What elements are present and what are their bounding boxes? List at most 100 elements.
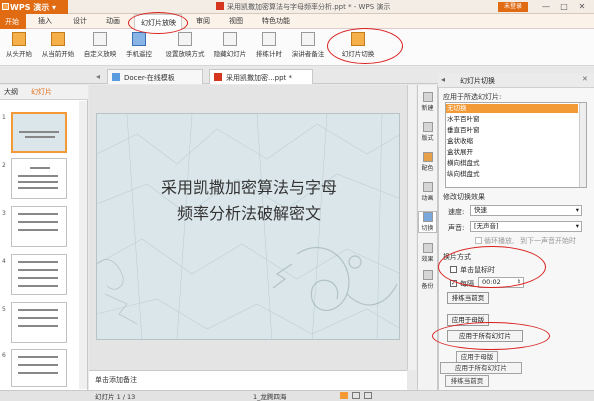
wps-logo-icon (2, 3, 9, 10)
maximize-button[interactable]: □ (558, 1, 570, 13)
sidebar-transition[interactable]: 切换 (418, 211, 437, 233)
menu-features[interactable]: 特色功能 (262, 16, 290, 26)
menu-animation[interactable]: 动画 (106, 16, 120, 26)
hide-slide-icon (223, 32, 237, 46)
phone-remote-button[interactable]: 手机遥控 (121, 30, 157, 64)
ppt-tab-icon (214, 73, 222, 81)
transition-item[interactable]: 横向棋盘式 (446, 159, 578, 168)
custom-show-button[interactable]: 自定义放映 (80, 30, 120, 64)
slide-thumbnail-6[interactable] (11, 349, 67, 387)
from-current-button[interactable]: 从当前开始 (38, 30, 78, 64)
thumb-text-line (18, 277, 58, 279)
transition-list-scrollbar[interactable] (579, 103, 586, 187)
animation-icon (422, 182, 433, 192)
thumb-text-line (18, 261, 58, 263)
presenter-notes-label: 演讲者备注 (291, 50, 325, 58)
sorter-view-icon[interactable] (352, 392, 360, 399)
sidebar-backup-label: 备份 (421, 283, 434, 290)
menu-review[interactable]: 审阅 (196, 16, 210, 26)
ghost-apply-all-button: 应用于所有幻灯片 (440, 362, 522, 374)
thumb-text-line (18, 325, 58, 327)
layout-icon (422, 122, 433, 132)
transition-item[interactable]: 纵向棋盘式 (446, 170, 578, 179)
ppt-file-icon (216, 2, 224, 10)
sound-value: [无声音] (474, 222, 499, 230)
backup-icon (422, 270, 433, 280)
tab-slides[interactable]: 幻灯片 (31, 87, 52, 97)
presenter-notes-button[interactable]: 演讲者备注 (288, 30, 328, 64)
transition-item[interactable]: 盒状展开 (446, 148, 578, 157)
window-title-text: 采用凯撒加密算法与字母频率分析.ppt * - WPS 演示 (227, 3, 391, 11)
setup-show-icon (178, 32, 192, 46)
rehearse-timing-button[interactable]: 排练计时 (252, 30, 286, 64)
tab-document[interactable]: 采用凯撒加密...ppt * (209, 69, 313, 84)
rehearse-page-button[interactable]: 排练当前页 (447, 292, 489, 304)
slides-pane-scrollbar[interactable] (79, 101, 87, 389)
speed-value: 快速 (474, 206, 487, 214)
slide-thumbnail-3[interactable] (11, 206, 67, 247)
sidebar-effects[interactable]: 效果 (418, 243, 437, 263)
sidebar-layout-label: 版式 (421, 135, 434, 142)
close-button[interactable]: ✕ (576, 1, 588, 13)
tab-docer[interactable]: Docer-在线模板 (107, 69, 203, 84)
app-menu-button[interactable]: WPS 演示 ▾ (0, 0, 68, 14)
menu-insert[interactable]: 插入 (38, 16, 52, 26)
sidebar-backup[interactable]: 备份 (418, 270, 437, 290)
canvas-scrollbar[interactable] (407, 85, 416, 370)
speed-label: 速度: (448, 208, 465, 216)
hide-slide-button[interactable]: 隐藏幻灯片 (210, 30, 250, 64)
transition-item[interactable]: 盒状收缩 (446, 137, 578, 146)
tab-document-label: 采用凯撒加密...ppt * (226, 74, 293, 82)
annotation-circle-advance (438, 246, 546, 288)
sidebar-colors[interactable]: 配色 (418, 152, 437, 172)
login-button[interactable]: 未登录 (498, 2, 528, 12)
effects-icon (422, 243, 433, 253)
notes-area[interactable]: 单击添加备注 (89, 370, 407, 390)
menu-view[interactable]: 视图 (229, 16, 243, 26)
slide-thumbnail-1[interactable] (11, 112, 67, 153)
loop-label: 循环播放, (484, 237, 515, 245)
panel-close-icon[interactable]: ✕ (582, 75, 588, 83)
slide-title[interactable]: 采用凯撒加密算法与字母 频率分析法破解密文 (100, 175, 398, 227)
window-title: 采用凯撒加密算法与字母频率分析.ppt * - WPS 演示 (216, 2, 390, 12)
menu-home[interactable]: 开始 (0, 14, 26, 29)
app-label: WPS 演示 (10, 3, 50, 12)
sidebar-animation[interactable]: 动画 (418, 182, 437, 202)
panel-back-icon[interactable]: ◂ (441, 75, 445, 84)
menu-design[interactable]: 设计 (73, 16, 87, 26)
slide-thumbnail-5[interactable] (11, 302, 67, 343)
setup-show-button[interactable]: 设置放映方式 (162, 30, 208, 64)
thumb-text-line (18, 309, 58, 311)
loop-checkbox[interactable] (475, 237, 482, 244)
chevron-down-icon: ▾ (575, 206, 579, 214)
thumb-text-line (25, 136, 55, 138)
menu-bar (0, 14, 594, 29)
slide-thumbnail-4[interactable] (11, 254, 67, 295)
sidebar-animation-label: 动画 (421, 195, 434, 202)
custom-show-icon (93, 32, 107, 46)
slide-thumbnail-2[interactable] (11, 158, 67, 199)
sidebar-layout[interactable]: 版式 (418, 122, 437, 142)
minimize-button[interactable]: — (540, 1, 552, 13)
from-start-button[interactable]: 从头开始 (2, 30, 36, 64)
panel-header: 幻灯片切换 (438, 73, 594, 88)
thumb-text-line (18, 181, 58, 183)
sidebar-new[interactable]: 新建 (418, 92, 437, 112)
from-current-label: 从当前开始 (41, 50, 75, 58)
thumb-text-line (18, 285, 58, 287)
slide-number: 4 (2, 258, 6, 265)
reading-view-icon[interactable] (364, 392, 372, 399)
speed-select[interactable]: 快速 ▾ (470, 205, 582, 216)
transition-item[interactable]: 垂直百叶窗 (446, 126, 578, 135)
slide-number: 2 (2, 162, 6, 169)
thumb-text-line (18, 187, 58, 189)
slide-number: 1 (2, 114, 6, 121)
thumb-text-line (18, 356, 58, 358)
sound-select[interactable]: [无声音] ▾ (470, 221, 582, 232)
tab-outline[interactable]: 大纲 (4, 87, 18, 97)
normal-view-icon[interactable] (340, 392, 348, 399)
transition-item[interactable]: 无切换 (446, 104, 578, 113)
notes-icon (301, 32, 315, 46)
transition-item[interactable]: 水平百叶窗 (446, 115, 578, 124)
tab-scroll-left-icon[interactable]: ◂ (96, 72, 100, 81)
